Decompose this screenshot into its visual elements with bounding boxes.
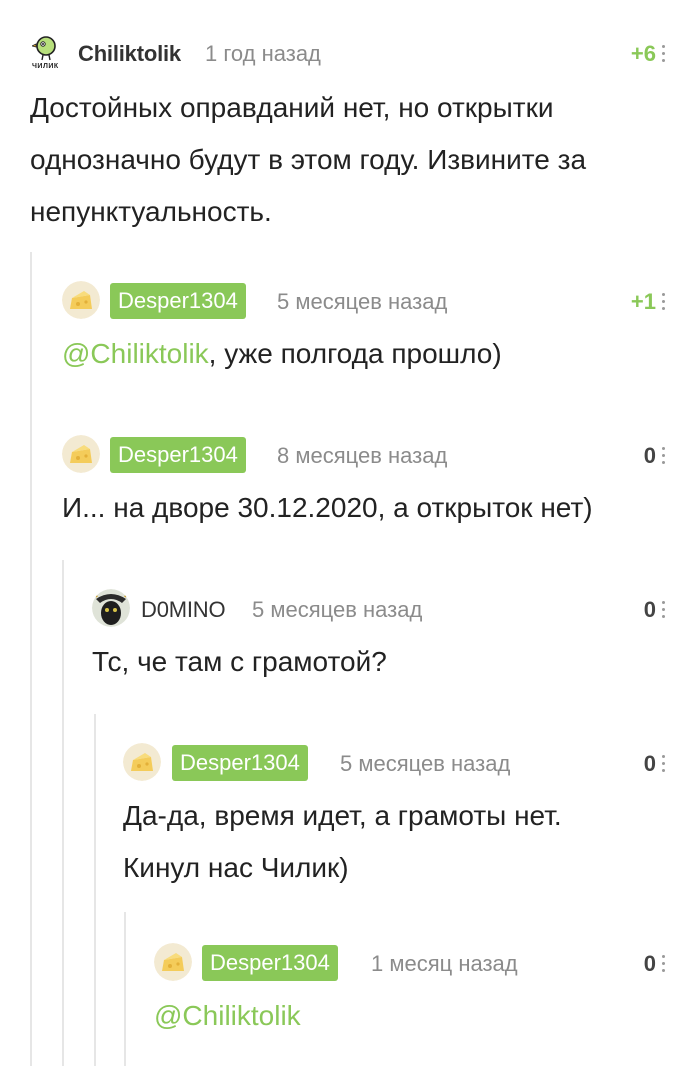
comment-text: Достойных оправданий нет, но открытки од… [30, 82, 586, 238]
comment-rating: 0 [643, 597, 656, 622]
comment-rating: +1 [630, 289, 656, 314]
avatar-caption: ЧИЛИК [32, 63, 59, 70]
comment-text-line: Кинул нас Чилик) [123, 852, 349, 883]
comment-text-line: Достойных оправданий нет, но открытки [30, 92, 554, 123]
username-badge[interactable]: Desper1304 [110, 283, 246, 319]
comment-time: 1 месяц назад [371, 951, 518, 976]
cheese-avatar-icon[interactable] [62, 435, 100, 473]
user-mention-link[interactable]: @Chiliktolik [62, 338, 209, 369]
comment-time: 8 месяцев назад [277, 443, 448, 468]
username[interactable]: Chiliktolik [78, 43, 181, 65]
comment-text: И... на дворе 30.12.2020, а открыток нет… [62, 492, 593, 523]
comment-text: @Chiliktolik [154, 990, 301, 1042]
thread-line-level-2 [62, 560, 64, 1066]
comment-time: 1 год назад [205, 41, 321, 66]
comment-text-line: Да-да, время идет, а грамоты нет. [123, 800, 562, 831]
comment-header: Desper1304 8 месяцев назад 0 [0, 435, 700, 475]
comment-header: Desper1304 5 месяцев назад 0 [0, 743, 700, 783]
more-options-icon[interactable] [662, 955, 666, 976]
more-options-icon[interactable] [662, 755, 666, 776]
comment-time: 5 месяцев назад [252, 597, 423, 622]
comment-text-line: однозначно будут в этом году. Извините з… [30, 144, 587, 175]
user-avatar[interactable]: ЧИЛИК [32, 33, 62, 73]
comment-rating: 0 [643, 443, 656, 468]
more-options-icon[interactable] [662, 601, 666, 622]
user-avatar[interactable] [92, 589, 130, 627]
more-options-icon[interactable] [662, 447, 666, 468]
comment-text-body: , уже полгода прошло) [208, 338, 502, 369]
comment-header: D0MINO 5 месяцев назад 0 [0, 589, 700, 629]
user-mention-link[interactable]: @Chiliktolik [154, 1000, 301, 1031]
username-badge[interactable]: Desper1304 [110, 437, 246, 473]
comment-rating: 0 [643, 751, 656, 776]
comment-rating: +6 [630, 41, 656, 66]
comment-header: Desper1304 5 месяцев назад +1 [0, 281, 700, 321]
comment-header: Desper1304 1 месяц назад 0 [0, 943, 700, 983]
comment-rating: 0 [643, 951, 656, 976]
comment-text: @Chiliktolik, уже полгода прошло) [62, 328, 502, 380]
comment-text-line: непунктуальность. [30, 196, 272, 227]
cheese-avatar-icon[interactable] [62, 281, 100, 319]
comment-time: 5 месяцев назад [277, 289, 448, 314]
comment-time: 5 месяцев назад [340, 751, 511, 776]
more-options-icon[interactable] [662, 293, 666, 314]
username-badge[interactable]: Desper1304 [172, 745, 308, 781]
comment-text: Да-да, время идет, а грамоты нет. Кинул … [123, 790, 562, 894]
comment-text: Тс, че там с грамотой? [92, 646, 387, 677]
comment-header: ЧИЛИК Chiliktolik 1 год назад +6 [0, 33, 700, 73]
cheese-avatar-icon[interactable] [154, 943, 192, 981]
cheese-avatar-icon[interactable] [123, 743, 161, 781]
thread-line-level-4 [124, 912, 126, 1066]
username-badge[interactable]: Desper1304 [202, 945, 338, 981]
more-options-icon[interactable] [662, 45, 666, 66]
username[interactable]: D0MINO [141, 599, 226, 621]
